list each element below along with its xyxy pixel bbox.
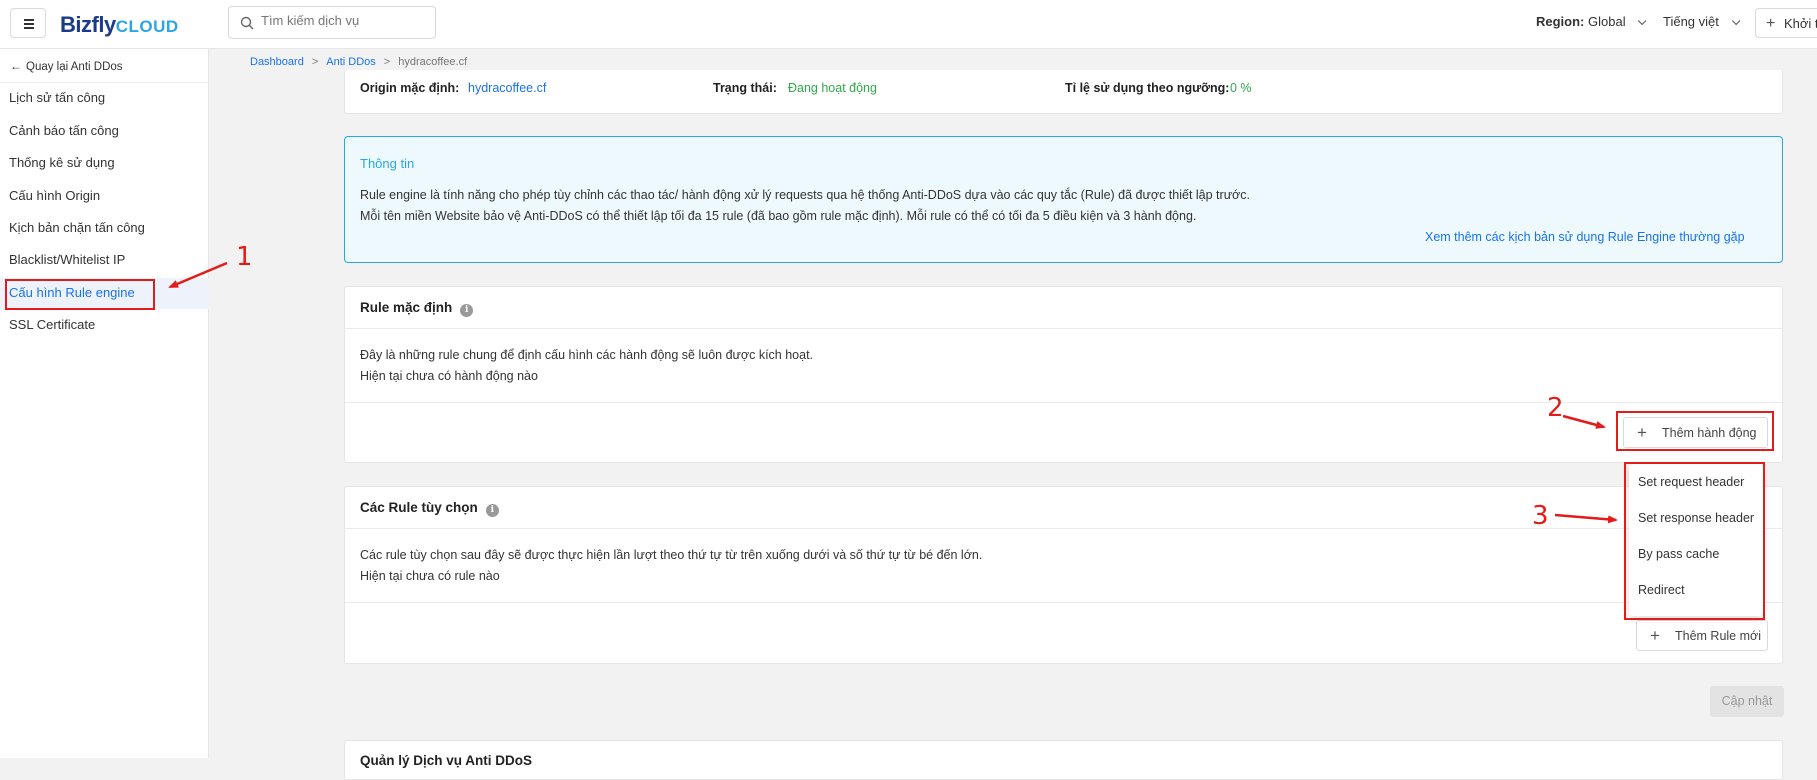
annotation-arrow-2 <box>1562 414 1606 429</box>
annotation-arrow-3 <box>1554 513 1618 524</box>
annotation-arrows <box>168 261 1618 524</box>
annotation-arrow-1 <box>168 261 228 289</box>
